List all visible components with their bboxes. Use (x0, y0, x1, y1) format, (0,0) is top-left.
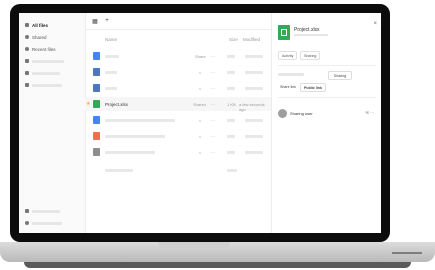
panel-subtitle (294, 34, 328, 36)
share-status[interactable]: Shared (193, 102, 206, 107)
public-link-button[interactable]: Public link (300, 83, 326, 92)
details-panel: × Project.xlsx Activity Sharing Sharing … (271, 13, 381, 233)
share-actions-icons[interactable]: ✉ ⋯ (366, 110, 374, 115)
table-row[interactable]: Share ⋯ (85, 49, 271, 63)
table-row[interactable]: < ⋯ (85, 145, 271, 159)
file-summary (85, 163, 271, 177)
sidebar-item-all-files[interactable]: All files (25, 21, 48, 29)
file-list-header: Name Size Modified (85, 35, 271, 45)
star-icon[interactable]: ★ (86, 101, 90, 107)
file-name: Project.xlsx (105, 102, 129, 107)
grid-icon[interactable]: ▦ (91, 17, 99, 25)
more-icon[interactable]: ⋯ (211, 54, 215, 59)
folder-icon (93, 68, 100, 76)
share-icon[interactable]: < (199, 70, 201, 75)
sidebar: All files Shared Recent files (19, 13, 86, 233)
laptop-notch (158, 242, 230, 248)
more-icon[interactable]: ⋯ (211, 70, 215, 75)
sidebar-item-recent[interactable]: Recent files (25, 45, 56, 53)
file-modified: a few seconds ago (239, 102, 265, 112)
table-row[interactable]: < ⋯ (85, 113, 271, 127)
share-icon[interactable]: < (199, 150, 201, 155)
screen: All files Shared Recent files ▦ + Name S… (19, 13, 381, 233)
table-row[interactable]: < ⋯ (85, 129, 271, 143)
tag-icon (25, 71, 29, 75)
sidebar-item-4[interactable] (25, 57, 64, 65)
file-size: 1 KB (227, 102, 236, 107)
more-icon[interactable]: ⋯ (211, 102, 215, 107)
table-row[interactable]: < ⋯ (85, 65, 271, 79)
document-icon (93, 52, 100, 60)
sidebar-item-5[interactable] (25, 69, 60, 77)
sidebar-item-settings[interactable] (25, 219, 62, 227)
share-status[interactable]: Share (195, 54, 206, 59)
trash-icon (25, 209, 29, 213)
share-icon[interactable]: < (199, 86, 201, 91)
more-icon[interactable]: ⋯ (211, 118, 215, 123)
laptop-indicator (392, 252, 422, 254)
gear-icon (25, 221, 29, 225)
slides-icon (93, 132, 100, 140)
link-icon (25, 59, 29, 63)
spreadsheet-icon (278, 25, 290, 40)
more-icon[interactable]: ⋯ (211, 134, 215, 139)
sidebar-item-shared[interactable]: Shared (25, 33, 47, 41)
close-icon[interactable]: × (373, 21, 377, 27)
column-modified[interactable]: Modified (243, 37, 260, 42)
laptop-base-shadow (24, 262, 411, 268)
column-size[interactable]: Size (229, 37, 238, 42)
share-icon (25, 35, 29, 39)
plus-icon[interactable]: + (103, 17, 111, 25)
more-icon[interactable]: ⋯ (211, 150, 215, 155)
folder-icon (93, 84, 100, 92)
tab-activity[interactable]: Activity (278, 51, 298, 60)
share-icon[interactable]: < (199, 118, 201, 123)
document-icon (93, 116, 100, 124)
search-icon (25, 83, 29, 87)
share-link-label: Share link (280, 84, 296, 89)
panel-title: Project.xlsx (294, 27, 320, 33)
avatar (278, 109, 287, 118)
tab-sharing[interactable]: Sharing (300, 51, 321, 60)
table-row[interactable]: < ⋯ (85, 81, 271, 95)
table-row-selected[interactable]: ★ Project.xlsx Shared ⋯ 1 KB a few secon… (85, 97, 271, 112)
column-name[interactable]: Name (105, 37, 117, 42)
folder-icon (25, 23, 29, 27)
sharing-button[interactable]: Sharing (328, 71, 352, 80)
toolbar: ▦ + (85, 13, 271, 30)
sidebar-item-6[interactable] (25, 81, 62, 89)
sidebar-item-trash[interactable] (25, 207, 60, 215)
clock-icon (25, 47, 29, 51)
share-user-label: Sharing user (290, 111, 313, 116)
more-icon[interactable]: ⋯ (211, 86, 215, 91)
image-icon (93, 148, 100, 156)
spreadsheet-icon (93, 100, 100, 108)
share-icon[interactable]: < (199, 134, 201, 139)
